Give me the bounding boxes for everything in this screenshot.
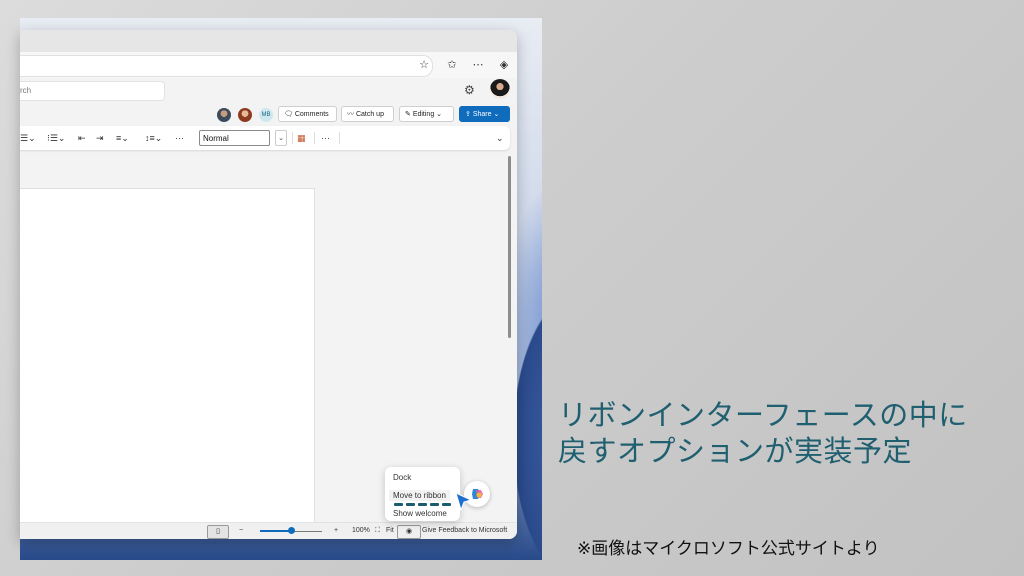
more-ribbon-icon[interactable]: ··· (175, 131, 184, 145)
document-page[interactable] (20, 188, 315, 524)
more-options-icon[interactable]: ··· (321, 131, 330, 145)
browser-window: ☆ ✩ ⋯ ◈ rch ⚙ MB 🗨 Comments 〰 Catch up ✎… (20, 30, 517, 539)
gear-icon[interactable]: ⚙ (464, 83, 475, 97)
caption-line-1: リボンインターフェースの中に (558, 398, 968, 432)
comments-button[interactable]: 🗨 Comments (278, 106, 337, 122)
share-icon: ⇪ (465, 111, 473, 118)
zoom-level[interactable]: 100% (352, 525, 370, 537)
zoom-out-button[interactable]: − (239, 525, 243, 537)
increase-indent-icon[interactable]: ⇥ (96, 131, 104, 145)
favorites-icon[interactable]: ✩ (444, 57, 460, 73)
align-icon[interactable]: ≡⌄ (116, 131, 129, 145)
drop-indicator (430, 503, 439, 506)
address-bar: ☆ ✩ ⋯ ◈ (20, 52, 517, 79)
divider (314, 132, 315, 144)
divider (339, 132, 340, 144)
catch-up-label: Catch up (355, 111, 384, 118)
fit-button[interactable]: Fit (386, 525, 394, 537)
collaborator-avatar[interactable] (217, 108, 231, 122)
search-input[interactable]: rch (20, 81, 165, 101)
status-bar: ▯ − + 100% ⛶ Fit ◉ Give Feedback to Micr… (20, 522, 517, 539)
app-header: rch ⚙ (20, 78, 517, 104)
pointer-cursor-icon (455, 492, 473, 512)
collaboration-bar: MB 🗨 Comments 〰 Catch up ✎ Editing ⌄ ⇪ S… (20, 104, 517, 126)
chevron-down-icon[interactable]: ⌄ (275, 130, 287, 146)
drop-indicator (394, 503, 403, 506)
avatar[interactable] (490, 79, 510, 99)
line-spacing-icon[interactable]: ↕≡⌄ (145, 131, 162, 145)
zoom-in-button[interactable]: + (334, 525, 338, 537)
copilot-edge-icon[interactable]: ◈ (496, 57, 512, 73)
drop-indicator (418, 503, 427, 506)
zoom-slider-thumb[interactable] (288, 527, 295, 534)
simplified-ribbon: ☰⌄ ⁝☰⌄ ⇤ ⇥ ≡⌄ ↕≡⌄ ··· Normal ⌄ ▦ ··· ⌄ (20, 126, 510, 150)
favorite-add-icon[interactable]: ☆ (416, 57, 432, 73)
expand-ribbon-icon[interactable]: ⌄ (496, 131, 504, 145)
catch-up-button[interactable]: 〰 Catch up (341, 106, 394, 122)
divider (292, 132, 293, 144)
caption-text: リボンインターフェースの中に 戻すオプションが実装予定 (558, 397, 988, 469)
editing-mode-button[interactable]: ✎ Editing ⌄ (399, 106, 454, 122)
editing-label: Editing (412, 111, 435, 118)
collaborator-avatar[interactable] (238, 108, 252, 122)
menu-item-dock[interactable]: Dock (393, 473, 411, 482)
zoom-slider-fill (260, 530, 291, 532)
collaborator-initials-avatar[interactable]: MB (259, 108, 273, 122)
page-view-icon[interactable]: ▯ (207, 525, 229, 539)
copilot-position-menu: Dock Move to ribbon Show welcome (385, 467, 460, 521)
bullet-list-icon[interactable]: ☰⌄ (20, 131, 36, 145)
style-select[interactable]: Normal (199, 130, 270, 146)
comments-label: Comments (294, 111, 329, 118)
more-icon[interactable]: ⋯ (470, 57, 486, 73)
pencil-icon: ✎ (405, 111, 413, 118)
feedback-link[interactable]: Give Feedback to Microsoft (422, 525, 507, 537)
share-button[interactable]: ⇪ Share ⌄ (459, 106, 510, 122)
styles-gallery-icon[interactable]: ▦ (297, 131, 306, 145)
caption-line-2: 戻すオプションが実装予定 (558, 434, 913, 468)
fit-icon[interactable]: ⛶ (375, 525, 380, 537)
chevron-down-icon: ⌄ (491, 111, 500, 118)
copilot-toggle-icon[interactable]: ◉ (397, 525, 421, 539)
comment-icon: 🗨 (284, 111, 295, 118)
chevron-down-icon: ⌄ (434, 111, 443, 118)
numbered-list-icon[interactable]: ⁝☰⌄ (47, 131, 65, 145)
vertical-scrollbar[interactable] (508, 156, 511, 338)
url-field[interactable] (20, 55, 433, 77)
title-bar (20, 30, 517, 52)
drop-indicator (406, 503, 415, 506)
menu-item-move-to-ribbon[interactable]: Move to ribbon (389, 490, 450, 501)
pulse-icon: 〰 (347, 111, 356, 118)
menu-item-show-welcome[interactable]: Show welcome (393, 509, 447, 518)
decrease-indent-icon[interactable]: ⇤ (78, 131, 86, 145)
share-label: Share (472, 111, 492, 118)
drop-indicator (442, 503, 451, 506)
source-note: ※画像はマイクロソフト公式サイトより (577, 539, 880, 559)
